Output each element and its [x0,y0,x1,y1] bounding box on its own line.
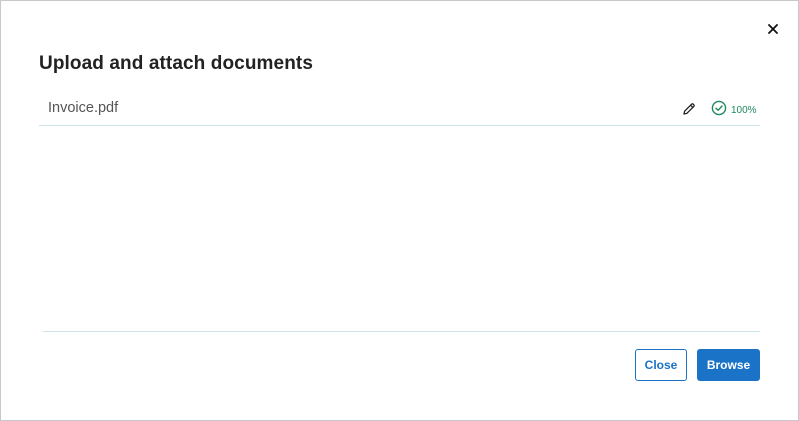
upload-progress-label: 100% [731,105,757,116]
pencil-icon[interactable] [681,101,697,117]
dialog-title: Upload and attach documents [39,53,314,74]
file-row: Invoice.pdf 100% [39,95,760,126]
upload-status: 100% [711,100,757,121]
close-button[interactable]: Close [635,349,687,381]
file-name: Invoice.pdf [48,100,119,116]
browse-button[interactable]: Browse [697,349,760,381]
upload-dialog: Upload and attach documents Invoice.pdf … [0,0,799,421]
close-icon[interactable] [764,20,782,38]
footer-divider [43,331,760,332]
check-circle-icon [711,100,727,121]
